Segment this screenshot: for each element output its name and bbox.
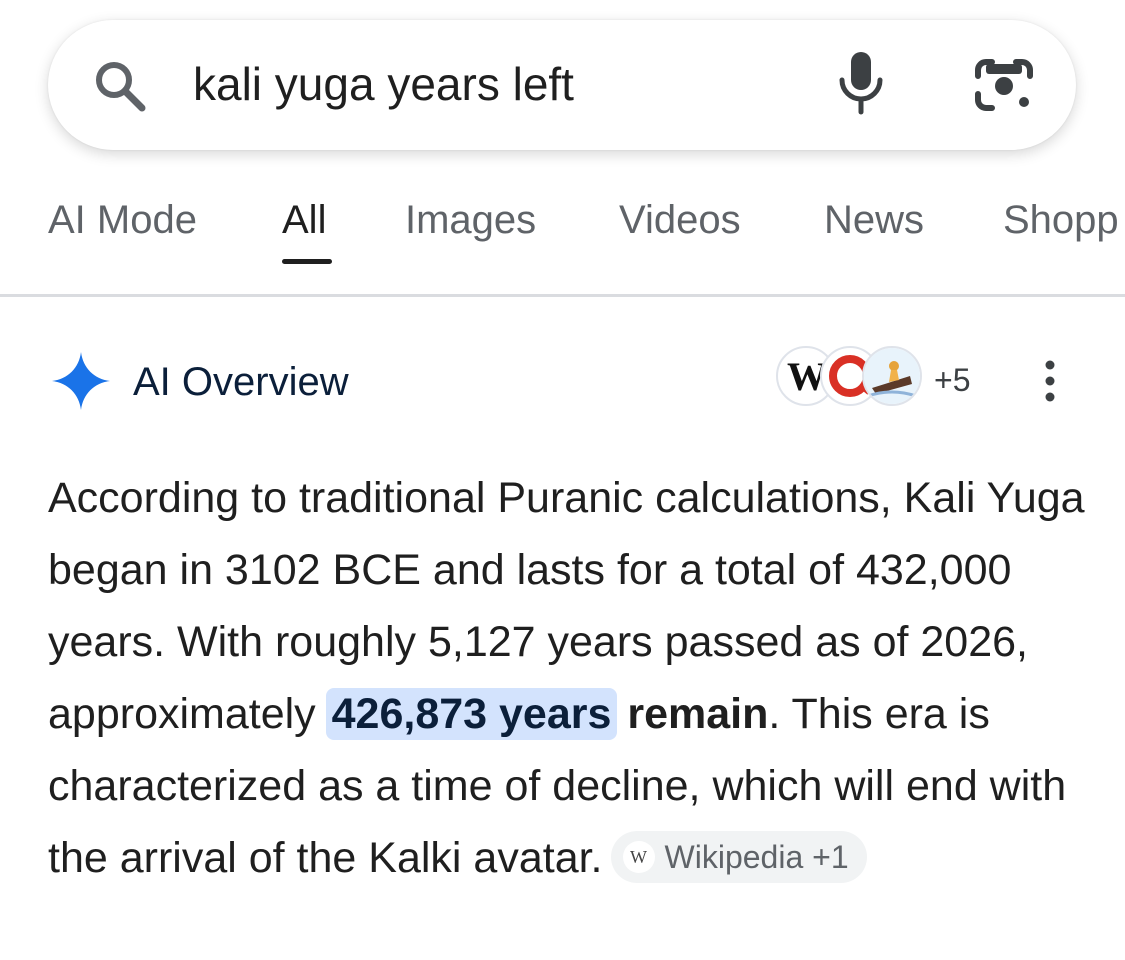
tab-all[interactable]: All	[282, 196, 326, 244]
source-chip-wikipedia[interactable]: W Wikipedia +1	[610, 830, 867, 883]
google-lens-icon[interactable]	[972, 56, 1036, 114]
search-input[interactable]: kali yuga years left	[193, 56, 574, 112]
highlighted-answer: 426,873 years	[325, 688, 618, 740]
source-chip-label: Wikipedia +1	[664, 838, 849, 875]
tab-news[interactable]: News	[824, 196, 924, 244]
more-options-icon[interactable]	[1038, 358, 1062, 404]
tab-ai-mode[interactable]: AI Mode	[48, 196, 197, 244]
tab-images[interactable]: Images	[405, 196, 536, 244]
source-favicons[interactable]: W	[776, 346, 926, 414]
ai-overview-text: According to traditional Puranic calcula…	[48, 462, 1088, 894]
mic-icon[interactable]	[834, 50, 888, 116]
search-tabs: AI Mode All Images Videos News Shopp	[0, 190, 1125, 296]
tab-shopping[interactable]: Shopp	[1003, 196, 1119, 244]
more-sources-count[interactable]: +5	[934, 360, 970, 400]
search-icon[interactable]	[90, 56, 150, 116]
gemini-spark-icon	[52, 352, 110, 410]
answer-bold-tail: remain	[615, 690, 769, 738]
ai-overview-header: AI Overview W +5	[0, 340, 1125, 420]
tabs-divider	[0, 294, 1125, 297]
ai-overview-title: AI Overview	[133, 360, 349, 404]
tab-videos[interactable]: Videos	[619, 196, 741, 244]
chariot-illustration-icon	[862, 346, 922, 406]
wikipedia-icon: W	[622, 840, 655, 873]
active-tab-indicator	[282, 259, 332, 264]
